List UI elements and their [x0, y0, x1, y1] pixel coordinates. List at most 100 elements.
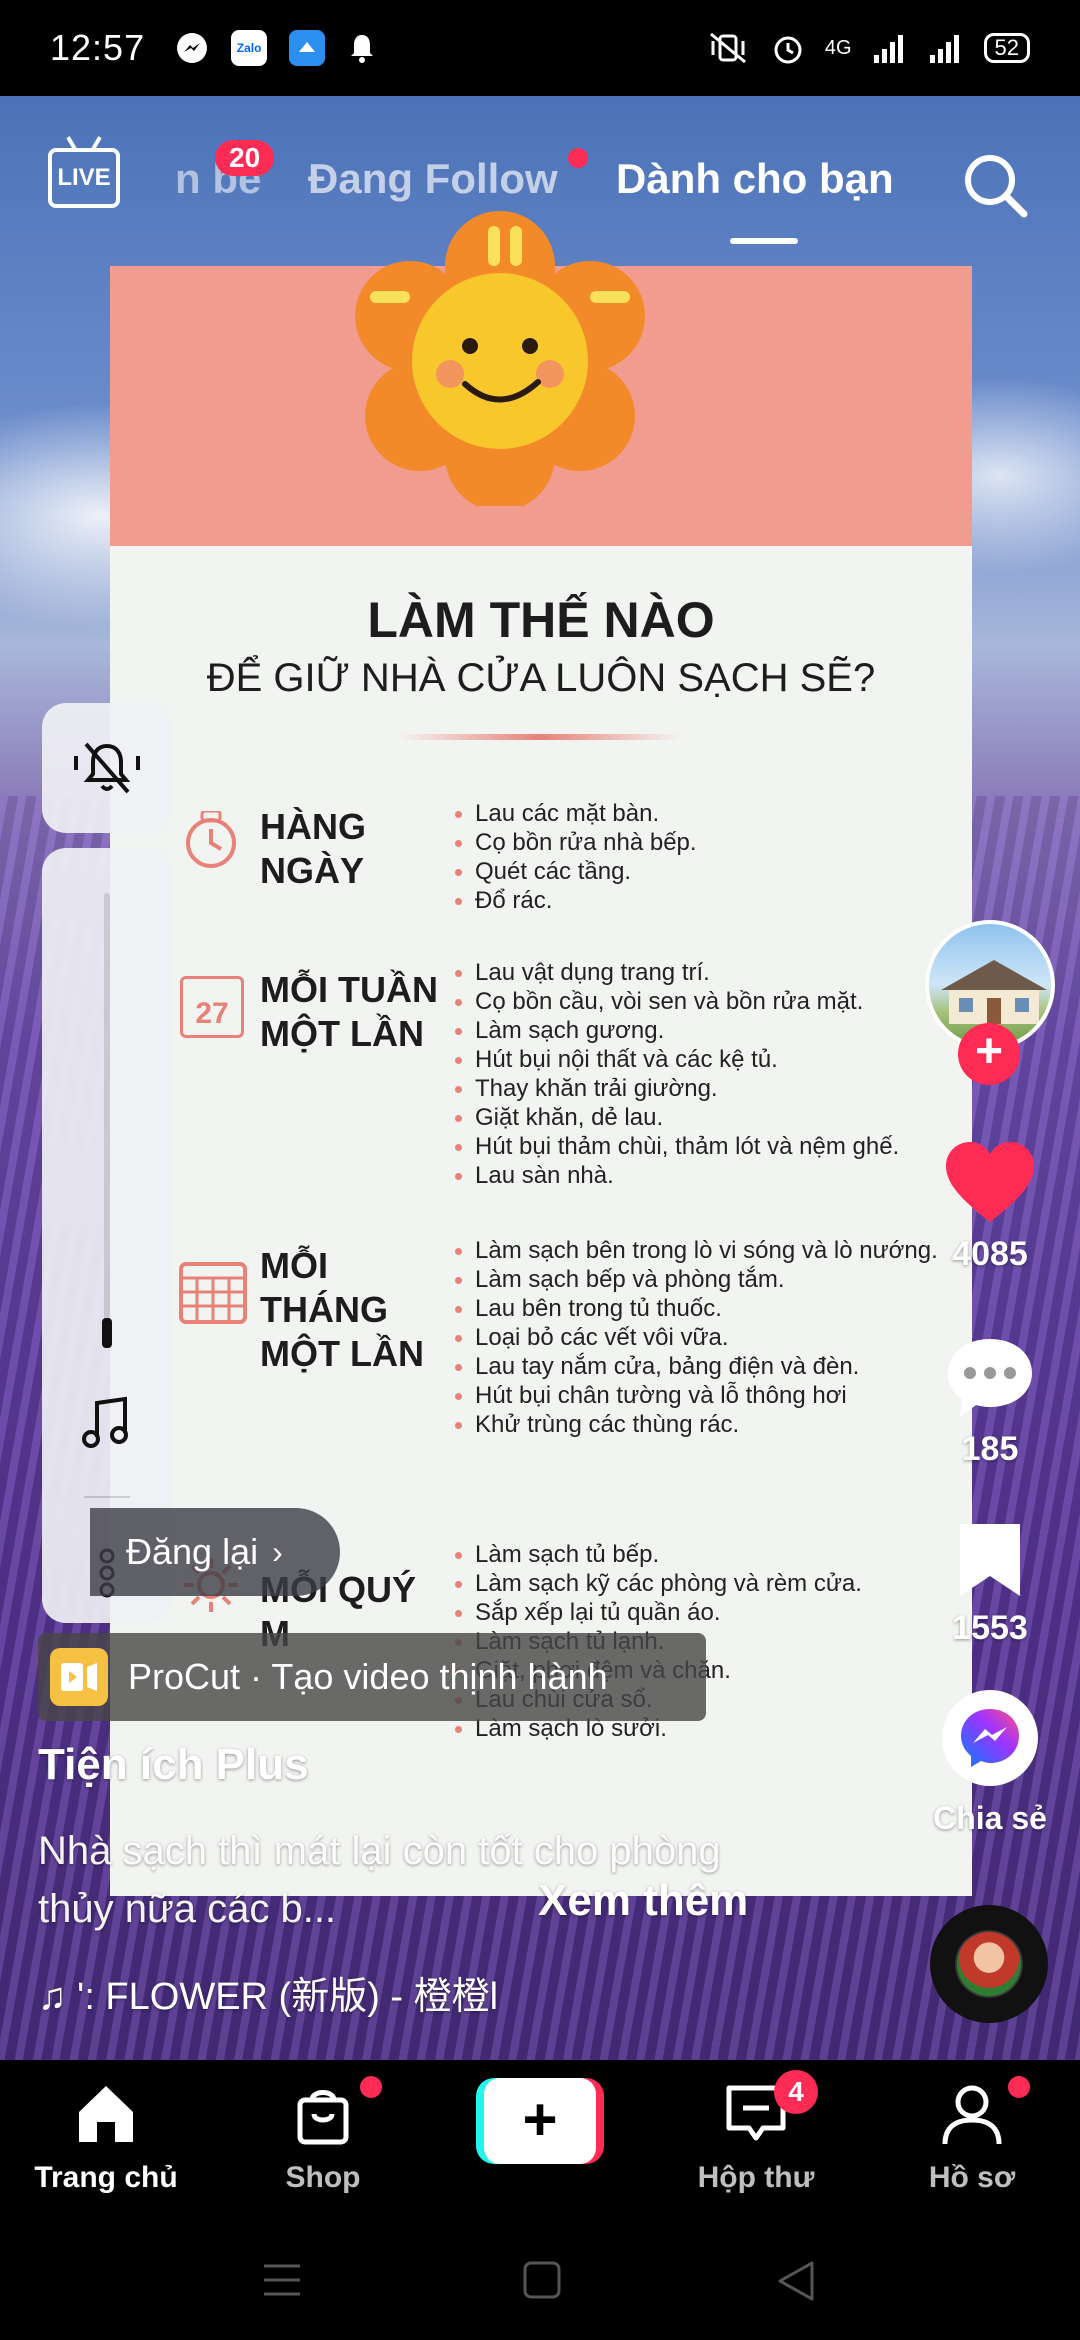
see-more-link[interactable]: Xem thêm — [538, 1876, 748, 1926]
profile-icon — [942, 2085, 1002, 2145]
comment-icon[interactable] — [942, 1335, 1038, 1421]
search-icon[interactable] — [960, 150, 1030, 220]
signal-icon — [873, 35, 903, 63]
comment-action[interactable]: 185 — [930, 1335, 1050, 1469]
clock-icon — [186, 811, 236, 868]
friends-badge: 20 — [215, 140, 275, 176]
task-list: Làm sạch bên trong lò vi sóng và lò nướn… — [455, 1236, 938, 1439]
task-item: Cọ bồn rửa nhà bếp. — [455, 828, 697, 857]
nav-inbox[interactable]: Hộp thư — [656, 2078, 856, 2195]
nav-label: Shop — [285, 2161, 361, 2194]
smiling-sun-flower-image — [355, 211, 645, 506]
status-bar: 12:57 Zalo 4G 52 — [0, 0, 1080, 96]
task-item: Hút bụi chân tường và lỗ thông hơi — [455, 1381, 938, 1410]
nav-label: Trang chủ — [34, 2161, 178, 2194]
task-item: Làm sạch bếp và phòng tắm. — [455, 1265, 938, 1294]
chevron-right-icon: › — [272, 1533, 283, 1570]
tab-following[interactable]: Đang Follow — [308, 155, 558, 203]
task-item: Làm sạch tủ bếp. — [455, 1540, 862, 1569]
task-item: Lau tay nắm cửa, bảng điện và đèn. — [455, 1352, 938, 1381]
like-action[interactable]: 4085 — [930, 1140, 1050, 1274]
section-heading: MỖI THÁNG MỘT LẦN — [260, 1245, 424, 1374]
task-item: Làm sạch gương. — [455, 1016, 899, 1045]
music-note-icon[interactable] — [77, 1393, 137, 1453]
nav-shop[interactable]: Shop — [223, 2078, 423, 2195]
bottom-nav: Trang chủ Shop + Hộp thư 4 Hồ sơ — [0, 2060, 1080, 2220]
volume-slider[interactable] — [104, 893, 110, 1323]
profile-dot — [1008, 2076, 1030, 2098]
nav-profile[interactable]: Hồ sơ — [872, 2078, 1072, 2195]
calendar-grid-icon — [179, 1262, 247, 1324]
music-cover-image — [957, 1932, 1021, 1996]
like-count: 4085 — [952, 1235, 1028, 1273]
messenger-share-icon — [961, 1709, 1019, 1767]
live-label: LIVE — [57, 164, 111, 191]
zalo-icon: Zalo — [231, 30, 268, 66]
bell-off-icon — [74, 742, 140, 794]
infographic-subtitle: ĐỂ GIỮ NHÀ CỬA LUÔN SẠCH SẼ? — [206, 656, 876, 700]
share-action[interactable]: Chia sẻ — [930, 1690, 1050, 1837]
share-label: Chia sẻ — [933, 1800, 1047, 1836]
shop-dot — [360, 2076, 382, 2098]
comment-count: 185 — [961, 1430, 1019, 1468]
heart-icon[interactable] — [942, 1140, 1038, 1226]
task-item: Giặt khăn, dẻ lau. — [455, 1103, 899, 1132]
task-list: Lau các mặt bàn. Cọ bồn rửa nhà bếp. Qué… — [455, 799, 697, 915]
inbox-badge: 4 — [774, 2070, 818, 2114]
bookmark-icon[interactable] — [950, 1520, 1030, 1600]
music-track[interactable]: ♫ ': FLOWER (新版) - 橙橙l — [38, 1965, 498, 2020]
task-item: Đổ rác. — [455, 886, 697, 915]
home-icon — [79, 2086, 133, 2142]
share-button[interactable] — [942, 1690, 1038, 1786]
repost-label: Đăng lại — [126, 1531, 259, 1572]
nav-home[interactable]: Trang chủ — [6, 2078, 206, 2195]
task-item: Cọ bồn cầu, vòi sen và bồn rửa mặt. — [455, 987, 899, 1016]
save-action[interactable]: 1553 — [930, 1520, 1050, 1648]
music-disc[interactable] — [930, 1905, 1048, 2023]
task-item: Lau sàn nhà. — [455, 1161, 899, 1190]
following-dot — [568, 148, 588, 168]
back-icon[interactable] — [776, 2260, 816, 2302]
volume-slider-thumb[interactable] — [102, 1318, 112, 1348]
calendar-day: 27 — [195, 997, 229, 1030]
active-tab-indicator — [730, 238, 798, 244]
mute-notifications-button[interactable] — [42, 703, 172, 833]
plus-icon: + — [484, 2078, 596, 2164]
author-name[interactable]: Tiện ích Plus — [38, 1740, 309, 1790]
bell-icon — [351, 35, 374, 63]
task-item: Loại bỏ các vết vôi vữa. — [455, 1323, 938, 1352]
procut-label: ProCut · Tạo video thịnh hành — [128, 1656, 608, 1697]
nav-label: Hộp thư — [697, 2161, 815, 2194]
task-item: Lau vật dụng trang trí. — [455, 958, 899, 987]
repost-button[interactable]: Đăng lại › — [90, 1508, 340, 1596]
floating-tool-panel — [42, 848, 172, 1623]
procut-logo-icon — [50, 1648, 108, 1706]
title-divider — [400, 734, 680, 740]
live-button[interactable]: LIVE — [48, 148, 120, 208]
create-button[interactable]: + — [476, 2078, 604, 2164]
nav-label: Hồ sơ — [928, 2161, 1016, 2194]
menu-icon[interactable] — [262, 2262, 302, 2298]
network-type: 4G — [824, 36, 852, 59]
infographic-title: LÀM THẾ NÀO — [367, 592, 715, 648]
task-item: Khử trùng các thùng rác. — [455, 1410, 938, 1439]
system-indicators: 4G 52 — [705, 0, 1030, 96]
section-heading: MỖI TUẦN MỘT LẦN — [260, 969, 438, 1054]
task-item: Làm sạch bên trong lò vi sóng và lò nướn… — [455, 1236, 938, 1265]
messenger-icon — [177, 33, 208, 63]
calendar-icon: 27 — [180, 976, 244, 1038]
follow-button[interactable]: + — [958, 1023, 1020, 1085]
save-count: 1553 — [952, 1609, 1028, 1647]
procut-banner[interactable]: ProCut · Tạo video thịnh hành — [38, 1633, 706, 1721]
panel-divider — [84, 1496, 130, 1498]
home-square-icon[interactable] — [522, 2260, 562, 2300]
task-item: Hút bụi nội thất và các kệ tủ. — [455, 1045, 899, 1074]
system-nav-bar — [0, 2220, 1080, 2340]
task-list: Lau vật dụng trang trí. Cọ bồn cầu, vòi … — [455, 958, 899, 1190]
clock: 12:57 — [50, 27, 146, 68]
shopping-bag-icon — [297, 2090, 349, 2145]
alarm-icon — [774, 36, 802, 64]
task-item: Quét các tầng. — [455, 857, 697, 886]
task-item: Lau các mặt bàn. — [455, 799, 697, 828]
tab-for-you[interactable]: Dành cho bạn — [616, 155, 894, 203]
